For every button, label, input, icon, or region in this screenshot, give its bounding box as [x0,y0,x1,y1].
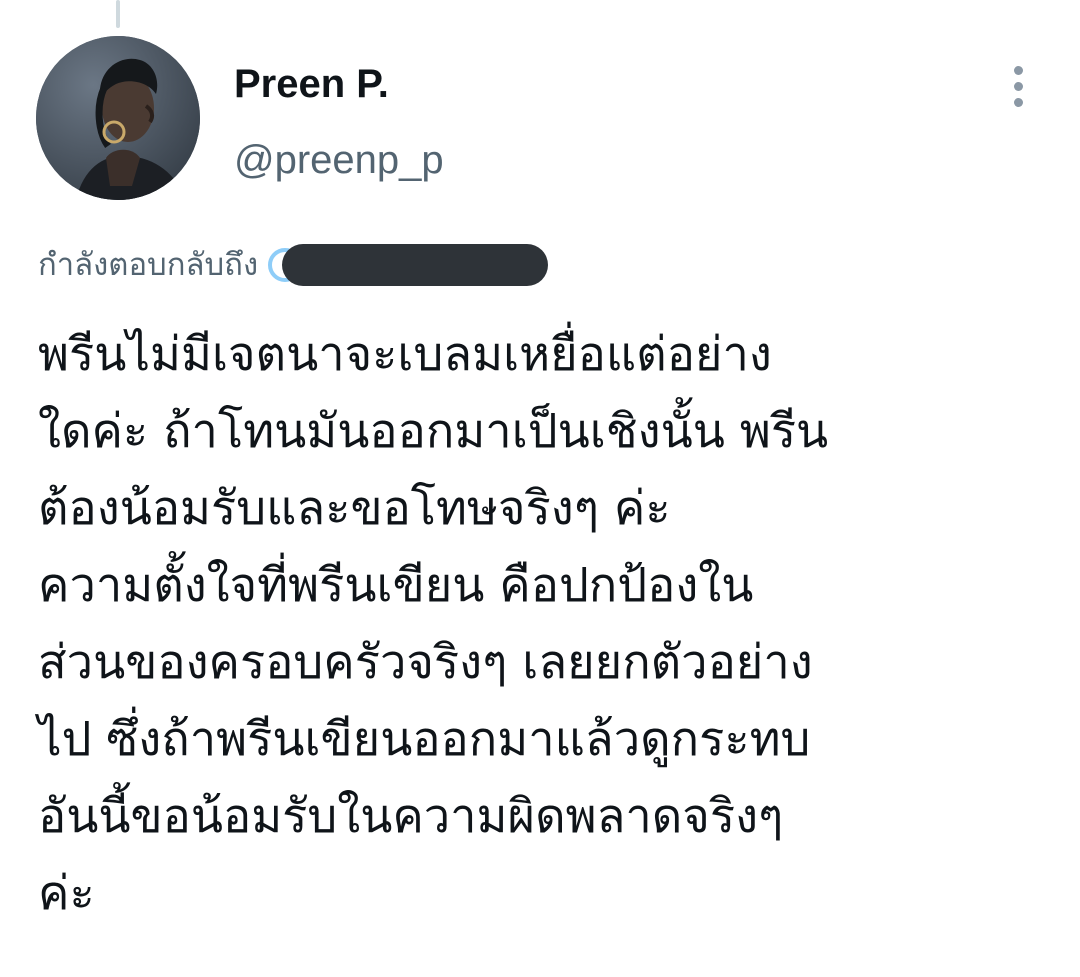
avatar[interactable] [36,36,200,200]
author-display-name[interactable]: Preen P. [234,58,389,110]
reply-context-label: กำลังตอบกลับถึง [38,247,259,283]
more-vertical-icon [1014,66,1023,75]
author-handle[interactable]: @preenp_p [234,134,444,186]
more-options-button[interactable] [998,58,1042,114]
tweet-text-line: ส่วนของครอบครัวจริงๆ เลยยกตัวอย่าง [38,635,813,690]
tweet-text-line: ความตั้งใจที่พรีนเขียน คือปกป้องใน [38,558,754,613]
tweet-text-line: ต้องน้อมรับและขอโทษจริงๆ ค่ะ [38,481,671,536]
more-vertical-icon [1014,82,1023,91]
reply-mention-link[interactable] [268,242,549,288]
tweet-text-line: อันนี้ขอน้อมรับในความผิดพลาดจริงๆ [38,789,784,844]
thread-connector-line [116,0,120,28]
tweet-body: พรีนไม่มีเจตนาจะเบลมเหยื่อแต่อย่าง ใดค่ะ… [38,316,1058,932]
redacted-username [282,244,549,286]
tweet-text-line: พรีนไม่มีเจตนาจะเบลมเหยื่อแต่อย่าง [38,327,772,382]
avatar-photo [36,36,200,200]
tweet-text-line: ใดค่ะ ถ้าโทนมันออกมาเป็นเชิงนั้น พรีน [38,404,829,459]
tweet-text-line: ไป ซึ่งถ้าพรีนเขียนออกมาแล้วดูกระทบ [38,712,811,767]
reply-context: กำลังตอบกลับถึง [38,238,549,292]
tweet-text-line: ค่ะ [38,866,95,921]
more-vertical-icon [1014,98,1023,107]
